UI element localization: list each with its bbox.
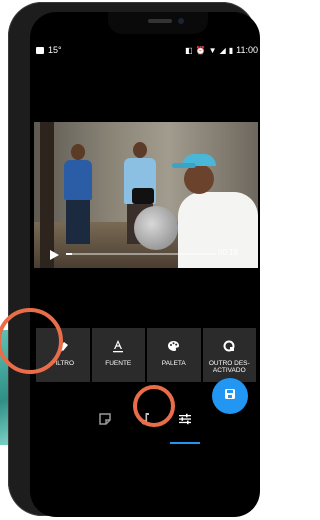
sticker-icon (99, 412, 111, 430)
music-note-icon (140, 412, 150, 430)
tab-sticker[interactable] (90, 406, 120, 436)
play-icon[interactable] (48, 248, 60, 260)
filter-label: FUENTE (105, 360, 132, 367)
alarm-icon: ⏰ (195, 45, 206, 55)
front-camera-icon (178, 18, 184, 24)
active-tab-indicator (170, 442, 200, 444)
palette-icon (167, 338, 180, 354)
temperature-text: 15° (48, 45, 62, 55)
wifi-icon: ▼ (208, 45, 217, 55)
video-preview[interactable]: 00:19 (34, 122, 258, 268)
video-progress-bar[interactable] (66, 253, 216, 255)
video-time: 00:19 (218, 248, 239, 257)
bottom-tab-bar (80, 406, 210, 444)
notch (108, 12, 208, 34)
signal-icon: ◢ (219, 45, 226, 55)
status-bar: 15° ◧ ⏰ ▼ ◢ ▮ 11:00 (36, 42, 258, 58)
eraser-icon (57, 338, 69, 354)
filter-label: OUTRO DES-ACTIVADO (208, 360, 250, 375)
filter-label: FILTRO (51, 360, 75, 367)
filter-button-outro[interactable]: OUTRO DES-ACTIVADO (202, 328, 256, 382)
speaker-grille (148, 19, 172, 23)
phone-screen: 15° ◧ ⏰ ▼ ◢ ▮ 11:00 00:19 FILTRO FUENTE … (30, 12, 260, 517)
save-button[interactable] (212, 378, 248, 414)
tab-music[interactable] (130, 406, 160, 436)
filter-toolbar: FILTRO FUENTE PALETA OUTRO DES-ACTIVADO (36, 328, 256, 382)
save-icon (224, 387, 236, 405)
filter-label: PALETA (161, 360, 186, 367)
battery-icon: ▮ (228, 45, 234, 55)
filter-button-paleta[interactable]: PALETA (147, 328, 201, 382)
video-progress-fill (66, 253, 72, 255)
phone-frame: 15° ◧ ⏰ ▼ ◢ ▮ 11:00 00:19 FILTRO FUENTE … (8, 2, 260, 517)
tab-adjust[interactable] (170, 406, 200, 436)
clock-text: 11:00 (236, 45, 258, 55)
filter-button-fuente[interactable]: FUENTE (91, 328, 145, 382)
filter-button-filtro[interactable]: FILTRO (36, 328, 90, 382)
vibrate-icon: ◧ (185, 45, 193, 55)
video-frame-image (34, 122, 258, 268)
sliders-icon (178, 412, 192, 430)
outro-icon (223, 338, 235, 354)
font-icon (112, 338, 124, 354)
image-icon (36, 46, 44, 54)
